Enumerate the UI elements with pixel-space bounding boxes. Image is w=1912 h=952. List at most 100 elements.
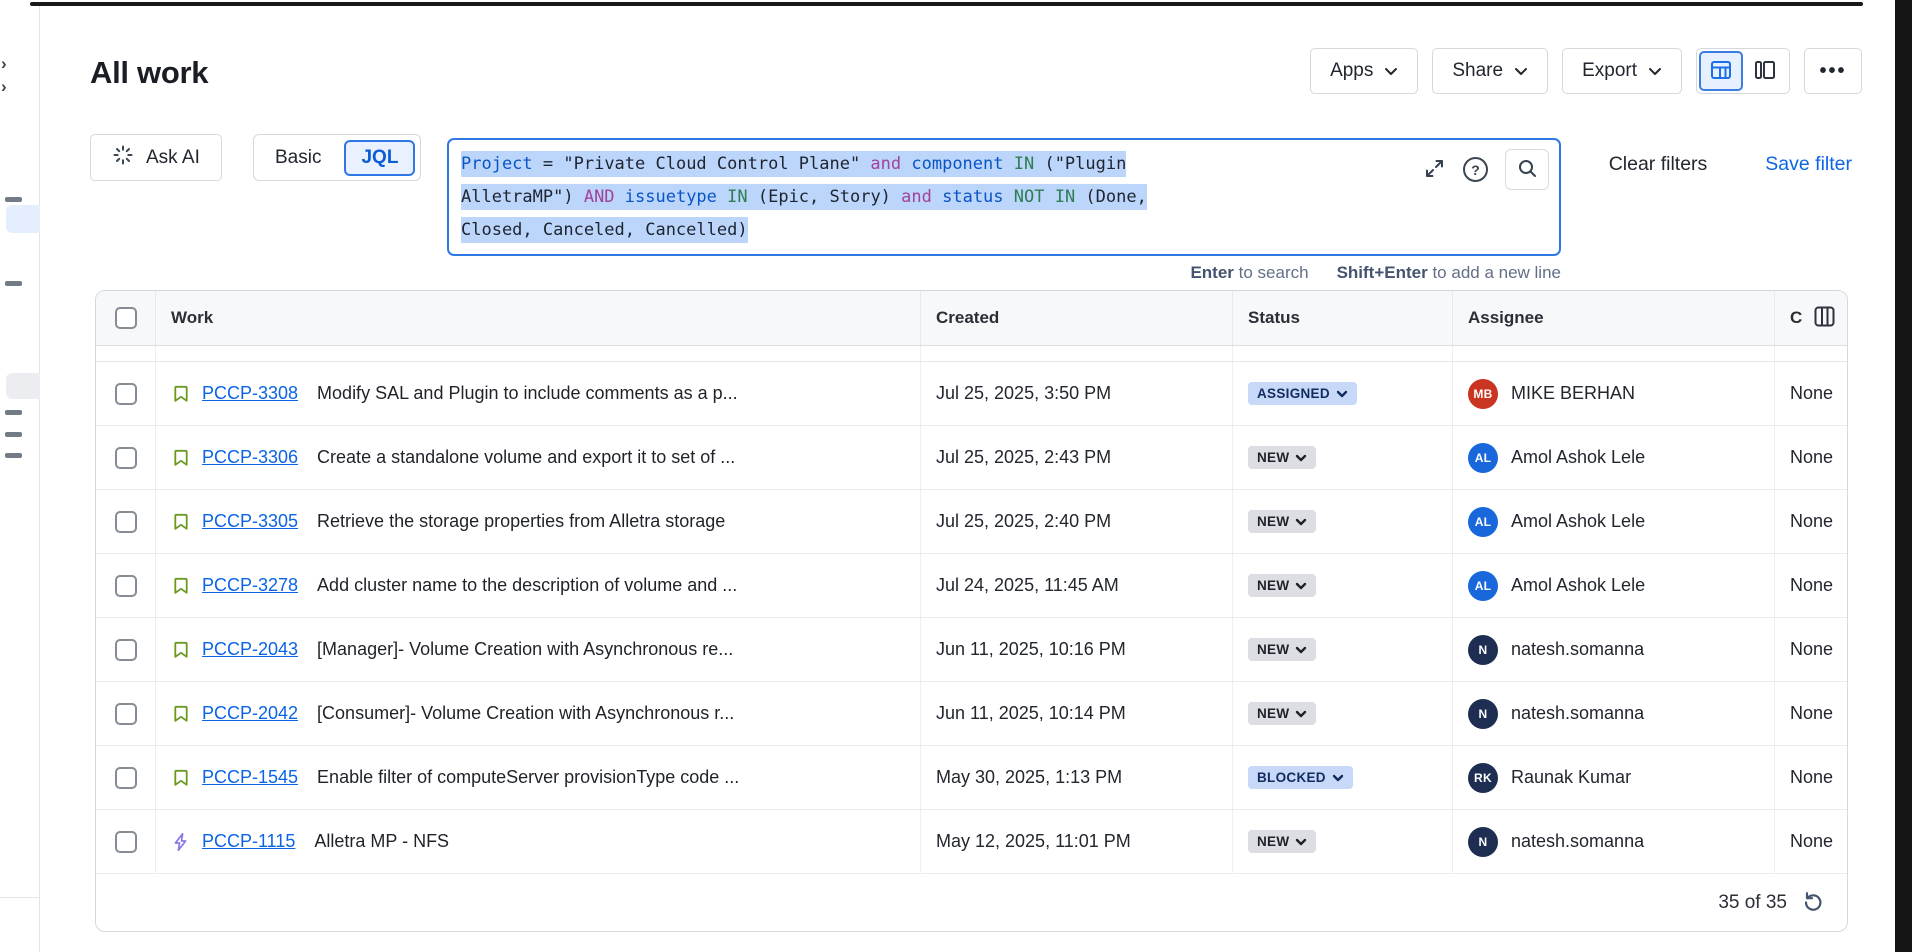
created-value: Jun 11, 2025, 10:14 PM xyxy=(936,703,1126,724)
story-icon xyxy=(171,640,191,660)
status-label: NEW xyxy=(1257,450,1289,465)
expand-button[interactable] xyxy=(1423,157,1446,183)
issue-summary: [Manager]- Volume Creation with Asynchro… xyxy=(317,639,733,660)
sidebar-fragment-chevron[interactable]: › xyxy=(1,78,17,96)
status-lozenge[interactable]: NEW xyxy=(1248,702,1316,725)
jql-line: Project = "Private Cloud Control Plane" … xyxy=(461,148,1399,181)
assignee-name: natesh.somanna xyxy=(1511,831,1644,852)
extra-value: None xyxy=(1790,703,1833,724)
status-lozenge[interactable]: NEW xyxy=(1248,574,1316,597)
chevron-down-icon xyxy=(1336,386,1348,401)
status-lozenge[interactable]: NEW xyxy=(1248,510,1316,533)
row-checkbox[interactable] xyxy=(115,575,137,597)
avatar: MB xyxy=(1468,379,1498,409)
status-lozenge[interactable]: ASSIGNED xyxy=(1248,382,1357,405)
more-actions-button[interactable]: ••• xyxy=(1804,48,1862,94)
sidebar-fragment-dash xyxy=(5,281,22,286)
status-lozenge[interactable]: BLOCKED xyxy=(1248,766,1353,789)
row-checkbox[interactable] xyxy=(115,383,137,405)
table-row: PCCP-1115 Alletra MP - NFS May 12, 2025,… xyxy=(96,810,1847,874)
sidebar-fragment-chevron[interactable]: › xyxy=(1,55,17,73)
avatar: N xyxy=(1468,827,1498,857)
column-header-status[interactable]: Status xyxy=(1233,291,1453,345)
row-checkbox[interactable] xyxy=(115,831,137,853)
search-icon xyxy=(1517,158,1538,182)
row-checkbox[interactable] xyxy=(115,639,137,661)
refresh-icon xyxy=(1801,889,1825,916)
issue-key[interactable]: PCCP-3308 xyxy=(202,383,298,404)
configure-columns-button[interactable] xyxy=(1810,302,1839,334)
status-lozenge[interactable]: NEW xyxy=(1248,830,1316,853)
window-right-edge xyxy=(1895,0,1912,952)
table-row: PCCP-3308 Modify SAL and Plugin to inclu… xyxy=(96,362,1847,426)
created-value: Jul 24, 2025, 11:45 AM xyxy=(936,575,1119,596)
chevron-down-icon xyxy=(1648,67,1662,76)
issue-key[interactable]: PCCP-1545 xyxy=(202,767,298,788)
ask-ai-button[interactable]: Ask AI xyxy=(90,134,222,181)
column-header-work[interactable]: Work xyxy=(156,291,921,345)
column-header-extra: C xyxy=(1790,308,1810,328)
share-button[interactable]: Share xyxy=(1432,48,1548,94)
avatar: AL xyxy=(1468,507,1498,537)
chevron-down-icon xyxy=(1295,514,1307,529)
sidebar-fragment-stub-grey[interactable] xyxy=(6,373,40,399)
column-header-assignee[interactable]: Assignee xyxy=(1453,291,1775,345)
basic-mode-button[interactable]: Basic xyxy=(254,147,342,169)
clear-filters-button[interactable]: Clear filters xyxy=(1603,152,1714,177)
expand-icon xyxy=(1423,157,1446,183)
jql-line: Closed, Canceled, Cancelled) xyxy=(461,214,1399,247)
created-value: Jul 25, 2025, 2:40 PM xyxy=(936,511,1111,532)
sidebar-fragment-dash xyxy=(5,410,22,415)
search-button[interactable] xyxy=(1505,149,1549,190)
hint-enter-key: Enter xyxy=(1190,263,1233,282)
issue-key[interactable]: PCCP-2043 xyxy=(202,639,298,660)
issue-key[interactable]: PCCP-2042 xyxy=(202,703,298,724)
hint-shift-text: to add a new line xyxy=(1428,263,1561,282)
created-value: May 30, 2025, 1:13 PM xyxy=(936,767,1122,788)
avatar: RK xyxy=(1468,763,1498,793)
epic-icon xyxy=(171,832,191,852)
created-value: Jul 25, 2025, 3:50 PM xyxy=(936,383,1111,404)
row-checkbox[interactable] xyxy=(115,447,137,469)
status-lozenge[interactable]: NEW xyxy=(1248,638,1316,661)
sidebar-fragment-dash xyxy=(5,197,22,202)
issue-key[interactable]: PCCP-3278 xyxy=(202,575,298,596)
table-row: PCCP-3278 Add cluster name to the descri… xyxy=(96,554,1847,618)
detail-view-button[interactable] xyxy=(1743,51,1787,91)
jql-editor-icons: ? xyxy=(1423,149,1549,190)
sidebar-sliver: ›› xyxy=(0,6,40,952)
issue-summary: Enable filter of computeServer provision… xyxy=(317,767,739,788)
issue-key[interactable]: PCCP-1115 xyxy=(202,831,295,852)
help-button[interactable]: ? xyxy=(1463,157,1488,182)
status-label: ASSIGNED xyxy=(1257,386,1330,401)
refresh-button[interactable] xyxy=(1801,889,1825,916)
chevron-down-icon xyxy=(1295,706,1307,721)
table-row: PCCP-2042 [Consumer]- Volume Creation wi… xyxy=(96,682,1847,746)
created-value: May 12, 2025, 11:01 PM xyxy=(936,831,1131,852)
created-value: Jun 11, 2025, 10:16 PM xyxy=(936,639,1126,660)
status-lozenge[interactable]: NEW xyxy=(1248,446,1316,469)
row-checkbox[interactable] xyxy=(115,511,137,533)
status-label: NEW xyxy=(1257,706,1289,721)
select-all-checkbox[interactable] xyxy=(115,307,137,329)
jql-mode-button[interactable]: JQL xyxy=(344,140,415,176)
story-icon xyxy=(171,448,191,468)
table-view-button[interactable] xyxy=(1699,51,1743,91)
save-filter-button[interactable]: Save filter xyxy=(1759,152,1858,177)
row-checkbox[interactable] xyxy=(115,767,137,789)
export-button[interactable]: Export xyxy=(1562,48,1682,94)
assignee-name: Amol Ashok Lele xyxy=(1511,511,1645,532)
jql-editor[interactable]: Project = "Private Cloud Control Plane" … xyxy=(447,138,1561,256)
apps-button[interactable]: Apps xyxy=(1310,48,1418,94)
column-header-created[interactable]: Created xyxy=(921,291,1233,345)
issue-summary: [Consumer]- Volume Creation with Asynchr… xyxy=(317,703,734,724)
row-checkbox[interactable] xyxy=(115,703,137,725)
issue-key[interactable]: PCCP-3306 xyxy=(202,447,298,468)
more-horizontal-icon: ••• xyxy=(1819,60,1846,83)
assignee-name: Raunak Kumar xyxy=(1511,767,1631,788)
issue-key[interactable]: PCCP-3305 xyxy=(202,511,298,532)
sidebar-fragment-stub-blue[interactable] xyxy=(6,205,40,233)
chevron-down-icon xyxy=(1295,450,1307,465)
table-row: PCCP-2043 [Manager]- Volume Creation wit… xyxy=(96,618,1847,682)
assignee-name: natesh.somanna xyxy=(1511,639,1644,660)
